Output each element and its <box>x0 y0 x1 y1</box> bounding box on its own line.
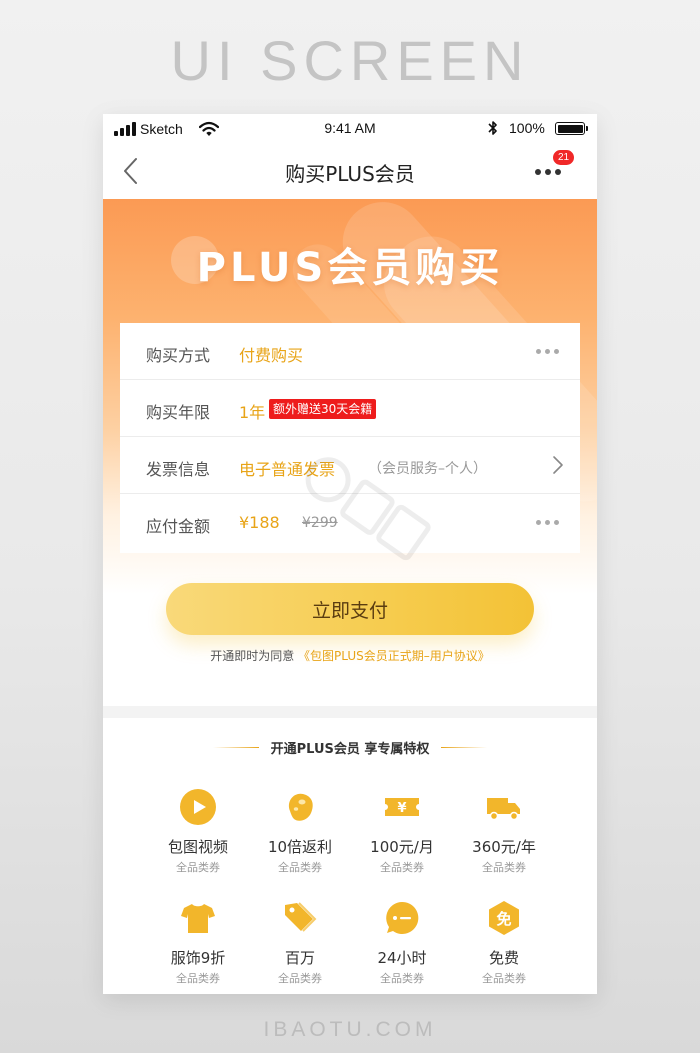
benefit-item[interactable]: 百万 全品类券 <box>249 900 351 994</box>
benefit-subtext: 全品类券 <box>380 861 424 874</box>
phone-screen: Sketch 9:41 AM 100% 购买PLUS会员 21 PLUS会员购买 <box>103 114 597 994</box>
form-label: 发票信息 <box>146 460 211 479</box>
benefit-subtext: 全品类券 <box>482 861 526 874</box>
benefits-header: 开通PLUS会员 享专属特权 <box>103 738 597 758</box>
top-caption: UI SCREEN <box>170 29 530 92</box>
section-divider <box>103 706 597 718</box>
page-title: 购买PLUS会员 <box>285 162 415 186</box>
svg-text:¥: ¥ <box>397 801 406 816</box>
benefit-name: 10倍返利 <box>267 838 333 856</box>
agreement-prefix: 开通即时为同意 <box>210 649 295 663</box>
battery-percent: 100% <box>509 120 545 136</box>
benefit-name: 百万 <box>284 949 315 967</box>
purchase-form-card: 购买方式 付费购买 购买年限 1年 额外赠送30天会籍 发票信息 电子普通发票 … <box>120 323 580 553</box>
truck-icon <box>487 798 520 821</box>
form-value: 电子普通发票 <box>239 460 336 479</box>
nav-bar: 购买PLUS会员 21 <box>103 144 597 199</box>
benefit-subtext: 全品类券 <box>380 972 424 985</box>
form-label: 购买方式 <box>146 346 211 365</box>
bluetooth-icon <box>488 121 497 135</box>
form-value: 付费购买 <box>239 346 304 365</box>
form-row-purchase-method[interactable]: 购买方式 付费购买 <box>120 323 580 380</box>
chat-icon <box>386 901 419 934</box>
bean-icon <box>288 793 313 821</box>
form-label: 应付金额 <box>146 517 211 536</box>
benefit-item[interactable]: 免 免费 全品类券 <box>453 900 555 994</box>
benefit-subtext: 全品类券 <box>482 972 526 985</box>
benefit-subtext: 全品类券 <box>278 861 322 874</box>
invoice-subtext: （会员服务–个人） <box>368 461 487 477</box>
tshirt-icon <box>181 904 215 933</box>
more-dots-icon[interactable] <box>536 349 560 355</box>
battery-icon <box>555 122 588 135</box>
more-dots-icon[interactable] <box>536 520 560 526</box>
benefit-item[interactable]: 24小时 全品类券 <box>351 900 453 994</box>
benefit-name: 100元/月 <box>370 838 434 856</box>
benefit-name: 24小时 <box>377 949 427 967</box>
price-current: ¥188 <box>239 513 280 532</box>
agreement-text: 开通即时为同意 《包图PLUS会员正式期–用户协议》 <box>103 647 597 664</box>
benefit-name: 包图视频 <box>167 838 228 856</box>
benefit-subtext: 全品类券 <box>176 972 220 985</box>
status-bar: Sketch 9:41 AM 100% <box>103 114 597 144</box>
benefit-name: 服饰9折 <box>170 949 226 967</box>
bottom-caption: IBAOTU.COM <box>263 1018 437 1041</box>
form-value: 1年 <box>239 403 266 422</box>
benefit-item[interactable]: 10倍返利 全品类券 <box>249 789 351 889</box>
free-icon: 免 <box>489 901 519 935</box>
benefit-item[interactable]: ¥ 100元/月 全品类券 <box>351 789 453 889</box>
form-row-amount: 应付金额 ¥188 ¥299 <box>120 494 580 551</box>
user-agreement-link[interactable]: 《包图PLUS会员正式期–用户协议》 <box>298 649 490 663</box>
benefits-title: 开通PLUS会员 享专属特权 <box>270 742 430 757</box>
benefit-name: 360元/年 <box>472 838 536 856</box>
benefit-name: 免费 <box>488 949 519 967</box>
notification-badge: 21 <box>553 150 574 165</box>
benefit-subtext: 全品类券 <box>176 861 220 874</box>
benefit-subtext: 全品类券 <box>278 972 322 985</box>
hero-title: PLUS会员购买 <box>196 245 504 291</box>
pay-now-button[interactable]: 立即支付 <box>166 583 534 635</box>
benefit-item[interactable]: 服饰9折 全品类券 <box>147 900 249 994</box>
play-icon <box>180 789 216 825</box>
benefit-item[interactable]: 360元/年 全品类券 <box>453 789 555 889</box>
price-original: ¥299 <box>302 515 338 531</box>
free-icon-text: 免 <box>496 910 511 928</box>
title-line-right <box>441 747 487 748</box>
yen-ticket-icon: ¥ <box>385 798 419 816</box>
chevron-right-icon[interactable] <box>552 455 564 475</box>
form-label: 购买年限 <box>146 403 211 422</box>
form-row-invoice[interactable]: 发票信息 电子普通发票 （会员服务–个人） <box>120 437 580 494</box>
tag-icon <box>285 902 317 932</box>
form-row-purchase-term[interactable]: 购买年限 1年 额外赠送30天会籍 <box>120 380 580 437</box>
bonus-tag: 额外赠送30天会籍 <box>269 399 377 419</box>
more-dots-icon[interactable] <box>535 169 563 177</box>
benefit-item[interactable]: 包图视频 全品类券 <box>147 789 249 889</box>
